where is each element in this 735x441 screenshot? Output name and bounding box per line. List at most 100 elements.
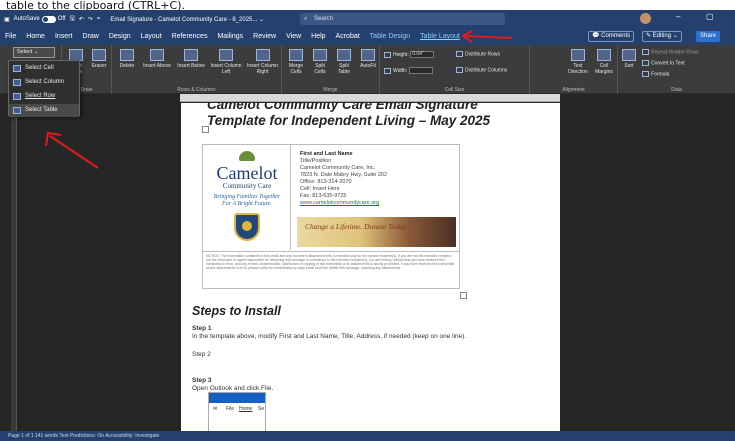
minimize-icon[interactable]: – <box>676 12 680 21</box>
autosave-switch[interactable] <box>41 15 56 23</box>
annotation-arrow-up <box>45 131 99 169</box>
customize-qat-icon[interactable]: = <box>97 16 101 22</box>
redo-icon[interactable]: ↷ <box>88 16 93 23</box>
ribbon-group-rows-columns: Delete Insert Above Insert Below Insert … <box>112 45 282 94</box>
menu-item-select-table[interactable]: Select Table <box>9 104 79 117</box>
height-input[interactable]: 0.04" <box>410 51 435 58</box>
contact-cell: Cell: Insert Here <box>300 186 340 192</box>
autofit-label: AutoFit <box>360 63 376 69</box>
select-column-icon <box>13 79 21 86</box>
ribbon-group-cell-size: Height: 0.04" Width: Distribute Rows Dis… <box>380 45 530 94</box>
sort-button[interactable]: Sort <box>620 49 638 69</box>
editing-button[interactable]: ✎ Editing ⌄ <box>642 31 682 42</box>
tab-file[interactable]: File <box>0 28 21 45</box>
text-direction-label: Text Direction <box>568 63 588 75</box>
distribute-columns-button[interactable]: Distribute Columns <box>456 67 507 74</box>
distribute-rows-button[interactable]: Distribute Rows <box>456 51 500 58</box>
save-icon[interactable]: 🖫 <box>70 14 75 24</box>
formula-label: Formula <box>651 71 670 78</box>
tab-home[interactable]: Home <box>21 28 50 45</box>
donate-quote: Change a Lifetime. Donate Today <box>305 222 407 231</box>
badge-icon <box>234 213 260 241</box>
formula-button[interactable]: Formula <box>642 71 669 78</box>
signature-contact-cell[interactable]: First and Last Name Title/Position Camel… <box>292 145 459 250</box>
select-cell-icon <box>13 65 21 72</box>
outlook-screenshot: ✉ File Home Se <box>208 392 266 431</box>
insert-below-button[interactable]: Insert Below <box>176 49 206 69</box>
split-cells-button[interactable]: Split Cells <box>309 49 331 75</box>
outlook-file-tab: File <box>226 406 235 412</box>
tab-help[interactable]: Help <box>306 28 330 45</box>
split-table-button[interactable]: Split Table <box>333 49 355 75</box>
group-label-rows: Rows & Columns <box>177 87 216 93</box>
sort-label: Sort <box>624 63 634 69</box>
maximize-icon[interactable]: ▢ <box>706 12 714 21</box>
signature-table[interactable]: Camelot Community Care Bringing Families… <box>202 144 460 289</box>
ribbon-group-alignment: Text Direction Cell Margins Alignment <box>530 45 618 94</box>
text-direction-button[interactable]: Text Direction <box>566 49 590 75</box>
merge-cells-label: Merge Cells <box>288 63 304 75</box>
autosave-toggle[interactable]: AutoSave Off <box>14 15 66 23</box>
tab-insert[interactable]: Insert <box>50 28 78 45</box>
tab-design[interactable]: Design <box>104 28 136 45</box>
share-button[interactable]: Share <box>696 31 721 42</box>
step1-label: Step 1 <box>192 325 212 332</box>
autosave-state: Off <box>57 16 66 22</box>
share-label: Share <box>700 33 717 39</box>
contact-title: Title/Position <box>300 158 332 164</box>
horizontal-ruler[interactable] <box>180 94 560 102</box>
autofit-button[interactable]: AutoFit <box>357 49 379 69</box>
tab-acrobat[interactable]: Acrobat <box>331 28 365 45</box>
menu-item-select-row[interactable]: Select Row <box>9 90 79 103</box>
insert-above-label: Insert Above <box>143 63 171 69</box>
step3-label: Step 3 <box>192 377 212 384</box>
undo-icon[interactable]: ↶ <box>79 16 84 23</box>
step2-label: Step 2 <box>192 351 211 358</box>
delete-button[interactable]: Delete <box>116 49 138 69</box>
avatar[interactable] <box>640 13 651 24</box>
step1-text: In the template above, modify First and … <box>192 333 467 340</box>
tab-layout[interactable]: Layout <box>136 28 167 45</box>
menu-item-select-cell[interactable]: Select Cell <box>9 62 79 75</box>
search-placeholder: Search <box>314 16 334 22</box>
eraser-button[interactable]: Eraser <box>88 49 110 69</box>
tab-table-design[interactable]: Table Design <box>365 28 415 45</box>
select-cell-label: Select Cell <box>25 65 54 71</box>
delete-label: Delete <box>119 63 135 69</box>
cell-margins-button[interactable]: Cell Margins <box>592 49 616 75</box>
width-input[interactable] <box>408 67 433 74</box>
insert-right-button[interactable]: Insert Column Right <box>246 49 279 75</box>
width-field[interactable]: Width: <box>384 67 433 75</box>
insert-above-button[interactable]: Insert Above <box>142 49 172 69</box>
group-label-alignment: Alignment <box>562 87 585 93</box>
table-resize-handle[interactable] <box>460 292 467 299</box>
vertical-ruler[interactable] <box>11 102 17 431</box>
signature-logo-cell[interactable]: Camelot Community Care Bringing Families… <box>203 145 291 250</box>
search-box[interactable]: ⌕ Search <box>300 13 505 25</box>
tab-mailings[interactable]: Mailings <box>212 28 248 45</box>
select-table-label: Select Table <box>25 107 58 113</box>
donate-banner-image[interactable]: Change a Lifetime. Donate Today <box>297 217 456 247</box>
contact-website-link[interactable]: www.camelotcommunitycare.org <box>300 200 379 206</box>
logo-name: Camelot <box>216 163 278 183</box>
merge-cells-button[interactable]: Merge Cells <box>285 49 307 75</box>
repeat-header-button[interactable]: Repeat Header Rows <box>642 49 699 56</box>
document-page[interactable]: Camelot Community Care Email Signature T… <box>181 103 560 431</box>
tab-review[interactable]: Review <box>248 28 281 45</box>
tab-references[interactable]: References <box>167 28 213 45</box>
word-app-icon: ▣ <box>4 16 10 23</box>
select-dropdown-button[interactable]: Select ⌄ <box>13 47 55 58</box>
tab-view[interactable]: View <box>281 28 306 45</box>
menu-item-select-column[interactable]: Select Column <box>9 76 79 89</box>
tab-draw[interactable]: Draw <box>77 28 103 45</box>
insert-left-label: Insert Column Left <box>210 63 242 75</box>
contact-address: 7823 N. Dale Mabry Hwy, Suite 202 <box>300 172 388 178</box>
insert-below-label: Insert Below <box>177 63 205 69</box>
group-label-merge: Merge <box>323 87 338 93</box>
comments-button[interactable]: 💬 Comments <box>588 31 635 42</box>
annotation-arrow-right <box>461 30 513 43</box>
select-table-icon <box>13 107 21 114</box>
insert-left-button[interactable]: Insert Column Left <box>210 49 242 75</box>
height-field[interactable]: Height: 0.04" <box>384 51 435 59</box>
convert-text-button[interactable]: Convert to Text <box>642 60 685 67</box>
